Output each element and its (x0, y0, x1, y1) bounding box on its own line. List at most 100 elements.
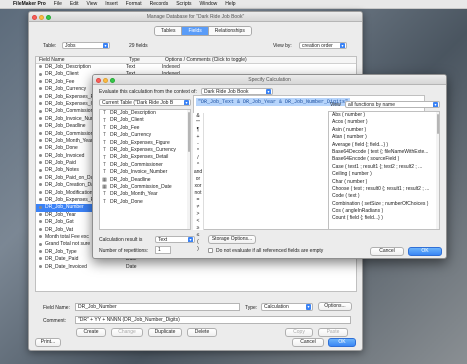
menu-edit[interactable]: Edit (66, 1, 83, 7)
minimize-button[interactable] (39, 14, 44, 20)
operator-item[interactable]: or (193, 176, 203, 183)
view-by-select[interactable]: creation order ▾ (299, 42, 347, 49)
function-item[interactable]: Combination ( setSize ; numberOfChoices … (329, 201, 439, 208)
zoom-button[interactable] (110, 77, 115, 83)
operator-item[interactable]: ≥ (193, 225, 203, 232)
drag-handle-icon[interactable] (39, 235, 42, 239)
table-context-select[interactable]: Current Table ("Dark Ride Job B ▾ (99, 99, 191, 106)
zoom-button[interactable] (46, 14, 51, 20)
drag-handle-icon[interactable] (39, 102, 42, 106)
functions-list-scrollbar[interactable] (436, 112, 439, 229)
comment-input[interactable]: "DR" + YY + NNNN (DR_Job_Number_Digits) (75, 316, 351, 324)
context-select[interactable]: Dark Ride Job Book ▾ (201, 88, 273, 95)
field-list-item[interactable]: T DR_Job_Expenses_Figure (100, 140, 190, 147)
drag-handle-icon[interactable] (39, 161, 42, 165)
menu-scripts[interactable]: Scripts (172, 1, 195, 7)
drag-handle-icon[interactable] (39, 176, 42, 180)
menu-help[interactable]: Help (221, 1, 239, 7)
field-list-item[interactable]: T DR_Job_Fee (100, 125, 190, 132)
function-item[interactable]: Base64Decode ( text {; fileNameWithExte.… (329, 149, 439, 156)
operator-item[interactable]: ≠ (193, 204, 203, 211)
operator-item[interactable]: ) (193, 246, 203, 253)
drag-handle-icon[interactable] (39, 242, 42, 246)
function-item[interactable]: Case ( test1 ; result1 {; test2 ; result… (329, 164, 439, 171)
column-header-name[interactable]: Field Name (36, 57, 126, 63)
field-list-item[interactable]: T DR_Job_Currency (100, 132, 190, 139)
function-item[interactable]: Base64Encode ( sourceField ) (329, 156, 439, 163)
tab-fields[interactable]: Fields (182, 27, 209, 35)
column-header-options[interactable]: Options / Comments (Click to toggle) (162, 57, 352, 63)
calc-cancel-button[interactable]: Cancel (370, 247, 404, 256)
formula-text[interactable]: "DR_Job_Text & DR_Job_Year & DR_Job_Numb… (196, 98, 351, 106)
drag-handle-icon[interactable] (39, 139, 42, 143)
drag-handle-icon[interactable] (39, 131, 42, 135)
change-button[interactable]: Change (111, 328, 143, 337)
operator-item[interactable]: & (193, 113, 203, 120)
menu-file[interactable]: File (50, 1, 66, 7)
function-item[interactable]: Code ( text ) (329, 193, 439, 200)
print-button[interactable]: Print... (35, 338, 61, 347)
menu-insert[interactable]: Insert (101, 1, 122, 7)
options-button[interactable]: Options... (318, 302, 352, 311)
drag-handle-icon[interactable] (39, 183, 42, 187)
drag-handle-icon[interactable] (39, 227, 42, 231)
operator-item[interactable]: > (193, 211, 203, 218)
copy-button[interactable]: Copy (285, 328, 313, 337)
function-view-select[interactable]: all functions by name ▾ (345, 101, 440, 108)
operator-item[interactable]: not (193, 190, 203, 197)
repetitions-input[interactable]: 1 (155, 246, 171, 254)
drag-handle-icon[interactable] (39, 168, 42, 172)
field-list-item[interactable]: T DR_Job_Month_Year (100, 191, 190, 198)
drag-handle-icon[interactable] (39, 72, 42, 76)
field-list-item[interactable]: ▦ DR_Job_Commission_Date (100, 184, 190, 191)
delete-button[interactable]: Delete (187, 328, 217, 337)
field-list-item[interactable]: T DR_Job_Commissioner (100, 162, 190, 169)
result-type-select[interactable]: Text ▾ (155, 236, 195, 243)
operator-item[interactable]: < (193, 218, 203, 225)
table-row[interactable]: DR_Job_Description Text Indexed (36, 64, 356, 71)
function-item[interactable]: Atan ( number ) (329, 134, 439, 141)
close-button[interactable] (32, 14, 37, 20)
field-list-item[interactable]: T DR_Job_Invoice_Number (100, 169, 190, 176)
field-name-input[interactable]: DR_Job_Number (75, 303, 240, 311)
drag-handle-icon[interactable] (39, 198, 42, 202)
drag-handle-icon[interactable] (39, 190, 42, 194)
drag-handle-icon[interactable] (39, 257, 42, 261)
operator-item[interactable]: + (193, 134, 203, 141)
field-list-item[interactable]: T DR_Job_Done (100, 199, 190, 206)
function-item[interactable]: Acos ( number ) (329, 119, 439, 126)
function-item[interactable]: Cos ( angleInRadians ) (329, 208, 439, 215)
drag-handle-icon[interactable] (39, 79, 42, 83)
drag-handle-icon[interactable] (39, 153, 42, 157)
type-select[interactable]: Calculation ▾ (261, 303, 313, 311)
drag-handle-icon[interactable] (39, 94, 42, 98)
no-eval-checkbox[interactable] (208, 248, 213, 253)
app-menu[interactable]: FileMaker Pro (9, 1, 50, 7)
drag-handle-icon[interactable] (39, 146, 42, 150)
menu-format[interactable]: Format (122, 1, 146, 7)
drag-handle-icon[interactable] (39, 65, 42, 69)
duplicate-button[interactable]: Duplicate (148, 328, 182, 337)
function-item[interactable]: Choose ( test ; result0 {; result1 ; res… (329, 186, 439, 193)
operator-item[interactable]: - (193, 141, 203, 148)
operator-item[interactable]: and (193, 169, 203, 176)
menu-records[interactable]: Records (146, 1, 173, 7)
function-item[interactable]: Abs ( number ) (329, 112, 439, 119)
drag-handle-icon[interactable] (39, 249, 42, 253)
field-list-item[interactable]: T DR_Job_Expenses_Currency (100, 147, 190, 154)
scrollbar-thumb[interactable] (187, 112, 190, 152)
column-header-type[interactable]: Type (126, 57, 162, 63)
calc-ok-button[interactable]: OK (408, 247, 442, 256)
paste-button[interactable]: Paste (318, 328, 348, 337)
field-list-item[interactable]: ▦ DR_Job_Deadline (100, 177, 190, 184)
drag-handle-icon[interactable] (39, 220, 42, 224)
drag-handle-icon[interactable] (39, 109, 42, 113)
function-item[interactable]: Ceiling ( number ) (329, 171, 439, 178)
drag-handle-icon[interactable] (39, 205, 42, 209)
drag-handle-icon[interactable] (39, 264, 42, 268)
table-row[interactable]: DR_Date_Invoiced Date (36, 264, 356, 271)
ok-button[interactable]: OK (328, 338, 356, 347)
drag-handle-icon[interactable] (39, 212, 42, 216)
close-button[interactable] (96, 77, 101, 83)
fields-list-scrollbar[interactable] (187, 110, 190, 229)
